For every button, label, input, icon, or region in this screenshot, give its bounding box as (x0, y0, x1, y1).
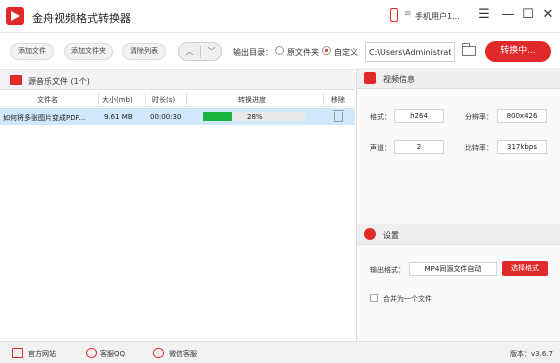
maximize-button[interactable]: ☐ (518, 5, 538, 25)
bitrate-label: 比特率： (465, 144, 493, 152)
gear-icon (364, 228, 376, 240)
title-bar: 金舟视频格式转换器 ≋ 手机用户1... ☰ — ☐ ✕ (0, 0, 560, 33)
table-header: 文件名 大小(mb) 时长(s) 转换进度 移除 (0, 91, 355, 107)
choose-format-button[interactable]: 选择格式 (502, 261, 548, 276)
radio-custom[interactable] (322, 46, 331, 55)
format-label: 格式： (370, 113, 391, 121)
chevron-up-icon[interactable]: ︿ (185, 47, 194, 56)
file-duration-cell: 00:00:30 (150, 113, 182, 121)
close-button[interactable]: ✕ (538, 5, 558, 25)
file-list-title: 源音乐文件 (1个) (28, 77, 90, 86)
column-header-size[interactable]: 大小(mb) (102, 95, 133, 105)
move-up-down-control: ︿ ﹀ (178, 42, 222, 61)
chevron-down-icon[interactable]: ﹀ (207, 47, 216, 56)
wifi-icon: ≋ (404, 9, 412, 19)
column-header-remove[interactable]: 移除 (331, 95, 345, 105)
video-info-icon (364, 72, 376, 84)
output-format-value: MP4同源文件自动 (409, 262, 497, 276)
file-size-cell: 9.61 MB (104, 113, 133, 121)
progress-bar: 28% (203, 112, 305, 121)
bitrate-value: 317kbps (497, 140, 547, 154)
monitor-icon[interactable] (12, 348, 23, 358)
divider (200, 46, 201, 58)
settings-title: 设置 (383, 231, 399, 240)
minimize-button[interactable]: — (498, 5, 518, 25)
progress-percent: 28% (247, 113, 263, 121)
version-label: 版本：v3.6.7 (510, 350, 553, 358)
status-bar: 官方网站 客服QQ 微信客服 版本：v3.6.7 (0, 341, 560, 363)
channels-value: 2 (394, 140, 444, 154)
phone-icon[interactable] (390, 8, 398, 22)
channels-label: 声道： (370, 144, 391, 152)
video-info-header: 视频信息 (357, 68, 560, 89)
file-list-body (0, 125, 355, 341)
radio-source-folder-label[interactable]: 原文件夹 (287, 47, 319, 58)
file-name-cell: 如何将多张图片变成PDF... (3, 114, 86, 122)
progress-bar-fill (203, 112, 232, 121)
file-list-header: 源音乐文件 (1个) (0, 69, 355, 90)
output-format-label: 输出格式： (370, 266, 405, 274)
clear-list-button[interactable]: 清除列表 (122, 43, 166, 60)
wechat-icon[interactable] (153, 348, 164, 358)
add-folder-button[interactable]: 添加文件夹 (64, 43, 113, 60)
menu-icon[interactable]: ☰ (474, 5, 494, 25)
wechat-support-link[interactable]: 微信客服 (169, 349, 197, 359)
column-header-name[interactable]: 文件名 (37, 95, 58, 105)
resolution-label: 分辨率： (465, 113, 493, 121)
video-info-title: 视频信息 (383, 75, 415, 84)
table-row[interactable]: 如何将多张图片变成PDF... 9.61 MB 00:00:30 28% (0, 108, 355, 125)
toolbar: 添加文件 添加文件夹 清除列表 ︿ ﹀ 输出目录： 原文件夹 自定义 转换中..… (0, 34, 560, 68)
film-icon (10, 75, 22, 85)
column-divider (145, 93, 146, 105)
convert-button[interactable]: 转换中... (485, 41, 551, 62)
column-header-progress[interactable]: 转换进度 (238, 95, 266, 105)
radio-source-folder[interactable] (275, 46, 284, 55)
resolution-value: 800x426 (497, 109, 547, 123)
app-logo-icon (6, 7, 24, 25)
website-link[interactable]: 官方网站 (28, 349, 56, 359)
merge-checkbox-label[interactable]: 合并为一个文件 (383, 294, 432, 304)
column-divider (98, 93, 99, 105)
column-header-duration[interactable]: 时长(s) (152, 95, 175, 105)
add-file-button[interactable]: 添加文件 (10, 43, 54, 60)
column-divider (186, 93, 187, 105)
user-account-label[interactable]: 手机用户1... (415, 11, 460, 22)
right-panel: 视频信息 格式： h264 分辨率： 800x426 声道： 2 比特率： 31… (357, 68, 560, 341)
column-divider (323, 93, 324, 105)
qq-icon[interactable] (86, 348, 97, 358)
settings-header: 设置 (357, 224, 560, 245)
trash-icon[interactable] (333, 110, 344, 122)
output-path-input[interactable] (365, 42, 455, 62)
folder-open-icon[interactable] (462, 43, 476, 56)
format-value: h264 (394, 109, 444, 123)
radio-custom-label[interactable]: 自定义 (334, 47, 358, 58)
app-title: 金舟视频格式转换器 (32, 12, 131, 25)
output-dir-label: 输出目录： (233, 48, 273, 57)
qq-support-link[interactable]: 客服QQ (100, 349, 125, 359)
merge-checkbox[interactable] (370, 294, 378, 302)
